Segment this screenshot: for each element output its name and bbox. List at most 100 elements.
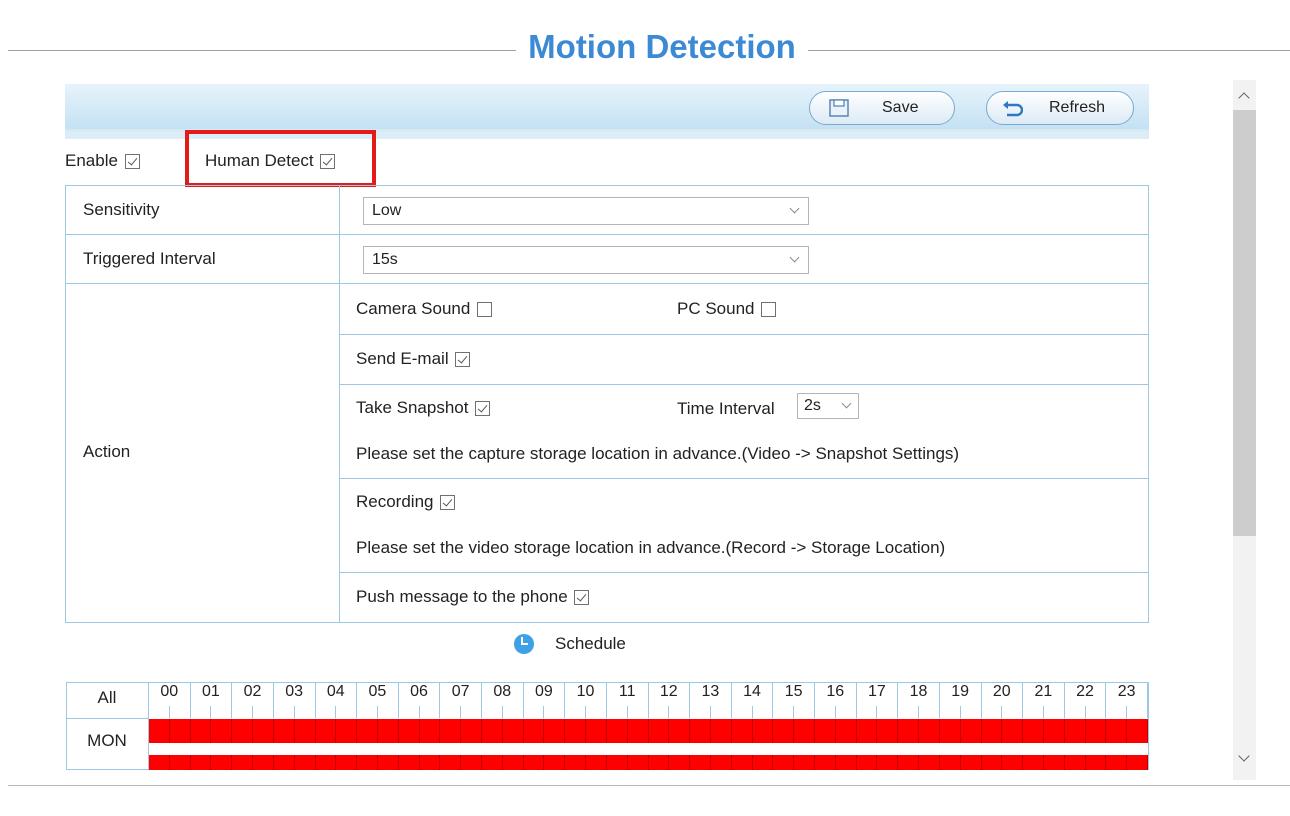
schedule-cell-next-day[interactable]	[648, 755, 670, 770]
schedule-hour-13[interactable]: 13	[690, 683, 732, 706]
schedule-hour-05[interactable]: 05	[357, 683, 399, 706]
schedule-hour-16[interactable]: 16	[815, 683, 857, 706]
schedule-hour-03[interactable]: 03	[274, 683, 316, 706]
schedule-hour-19[interactable]: 19	[940, 683, 982, 706]
schedule-cell-mon[interactable]	[253, 719, 274, 743]
schedule-hour-23[interactable]: 23	[1106, 683, 1148, 706]
scrollbar-thumb[interactable]	[1233, 110, 1256, 536]
schedule-cell-mon[interactable]	[731, 719, 753, 743]
schedule-hour-14[interactable]: 14	[732, 683, 774, 706]
schedule-cell-next-day[interactable]	[1043, 755, 1065, 770]
schedule-cell-mon[interactable]	[835, 719, 857, 743]
schedule-hour-20[interactable]: 20	[982, 683, 1024, 706]
schedule-hour-10[interactable]: 10	[565, 683, 607, 706]
take-snapshot-checkbox[interactable]	[475, 401, 491, 417]
schedule-hour-21[interactable]: 21	[1023, 683, 1065, 706]
schedule-cell-mon[interactable]	[898, 719, 920, 743]
schedule-cell-next-day[interactable]	[835, 755, 857, 770]
schedule-cell-mon[interactable]	[336, 719, 358, 743]
camera-sound-checkbox[interactable]	[477, 302, 493, 318]
schedule-cell-mon[interactable]	[1064, 719, 1086, 743]
schedule-cell-mon[interactable]	[606, 719, 628, 743]
schedule-cell-next-day[interactable]	[315, 755, 337, 770]
schedule-cell-next-day[interactable]	[419, 755, 441, 770]
schedule-cell-next-day[interactable]	[377, 755, 399, 770]
schedule-cell-next-day[interactable]	[1023, 755, 1044, 770]
schedule-hour-06[interactable]: 06	[399, 683, 441, 706]
schedule-cell-mon[interactable]	[710, 719, 732, 743]
schedule-cell-next-day[interactable]	[606, 755, 628, 770]
schedule-cell-next-day[interactable]	[1085, 755, 1107, 770]
schedule-hour-22[interactable]: 22	[1065, 683, 1107, 706]
schedule-cell-mon[interactable]	[690, 719, 711, 743]
schedule-cell-mon[interactable]	[565, 719, 587, 743]
schedule-hour-08[interactable]: 08	[482, 683, 524, 706]
schedule-cell-mon[interactable]	[1085, 719, 1107, 743]
schedule-cell-next-day[interactable]	[357, 755, 378, 770]
schedule-cell-next-day[interactable]	[544, 755, 566, 770]
schedule-cell-mon[interactable]	[648, 719, 670, 743]
schedule-cell-next-day[interactable]	[523, 755, 545, 770]
schedule-cell-next-day[interactable]	[502, 755, 524, 770]
schedule-cell-mon[interactable]	[398, 719, 420, 743]
schedule-cell-mon[interactable]	[1127, 719, 1148, 743]
schedule-cell-next-day[interactable]	[461, 755, 482, 770]
schedule-hour-01[interactable]: 01	[191, 683, 233, 706]
pc-sound-checkbox[interactable]	[761, 302, 777, 318]
schedule-cell-next-day[interactable]	[939, 755, 961, 770]
schedule-cell-mon[interactable]	[1106, 719, 1128, 743]
schedule-cell-next-day[interactable]	[1002, 755, 1024, 770]
refresh-button[interactable]: Refresh	[986, 91, 1134, 125]
schedule-cell-next-day[interactable]	[482, 755, 503, 770]
schedule-cell-mon[interactable]	[190, 719, 212, 743]
send-email-checkbox[interactable]	[455, 352, 471, 368]
schedule-cell-mon[interactable]	[919, 719, 940, 743]
schedule-cell-next-day[interactable]	[1127, 755, 1148, 770]
schedule-cell-mon[interactable]	[1023, 719, 1044, 743]
schedule-cell-mon[interactable]	[502, 719, 524, 743]
schedule-cell-next-day[interactable]	[440, 755, 462, 770]
schedule-cell-mon[interactable]	[149, 719, 170, 743]
push-message-checkbox[interactable]	[574, 590, 590, 606]
schedule-cell-mon[interactable]	[211, 719, 233, 743]
schedule-cell-mon[interactable]	[960, 719, 982, 743]
schedule-cell-mon[interactable]	[294, 719, 316, 743]
schedule-hour-17[interactable]: 17	[857, 683, 899, 706]
schedule-cell-next-day[interactable]	[1064, 755, 1086, 770]
schedule-cell-next-day[interactable]	[981, 755, 1003, 770]
schedule-cell-next-day[interactable]	[294, 755, 316, 770]
schedule-hour-07[interactable]: 07	[440, 683, 482, 706]
schedule-cell-next-day[interactable]	[211, 755, 233, 770]
schedule-cell-next-day[interactable]	[190, 755, 212, 770]
schedule-cell-next-day[interactable]	[877, 755, 899, 770]
enable-checkbox[interactable]	[124, 154, 140, 170]
schedule-cell-next-day[interactable]	[273, 755, 295, 770]
schedule-cell-mon[interactable]	[377, 719, 399, 743]
schedule-cell-next-day[interactable]	[565, 755, 587, 770]
recording-checkbox[interactable]	[440, 495, 456, 511]
schedule-cell-next-day[interactable]	[690, 755, 711, 770]
schedule-cell-next-day[interactable]	[919, 755, 940, 770]
schedule-cell-mon[interactable]	[232, 719, 254, 743]
schedule-cell-mon[interactable]	[357, 719, 378, 743]
schedule-hour-15[interactable]: 15	[773, 683, 815, 706]
schedule-cell-next-day[interactable]	[815, 755, 836, 770]
schedule-cell-mon[interactable]	[877, 719, 899, 743]
schedule-hour-18[interactable]: 18	[898, 683, 940, 706]
schedule-cell-mon[interactable]	[815, 719, 836, 743]
schedule-cell-mon[interactable]	[1043, 719, 1065, 743]
schedule-cell-mon[interactable]	[419, 719, 441, 743]
schedule-cell-mon[interactable]	[627, 719, 649, 743]
schedule-hour-02[interactable]: 02	[232, 683, 274, 706]
schedule-hour-12[interactable]: 12	[649, 683, 691, 706]
schedule-cell-next-day[interactable]	[253, 755, 274, 770]
schedule-cell-mon[interactable]	[856, 719, 878, 743]
schedule-cell-next-day[interactable]	[752, 755, 774, 770]
schedule-hour-04[interactable]: 04	[316, 683, 358, 706]
schedule-hour-00[interactable]: 00	[149, 683, 191, 706]
schedule-cell-mon[interactable]	[794, 719, 815, 743]
schedule-cell-next-day[interactable]	[398, 755, 420, 770]
schedule-cell-mon[interactable]	[273, 719, 295, 743]
schedule-cell-mon[interactable]	[669, 719, 691, 743]
schedule-cell-next-day[interactable]	[731, 755, 753, 770]
